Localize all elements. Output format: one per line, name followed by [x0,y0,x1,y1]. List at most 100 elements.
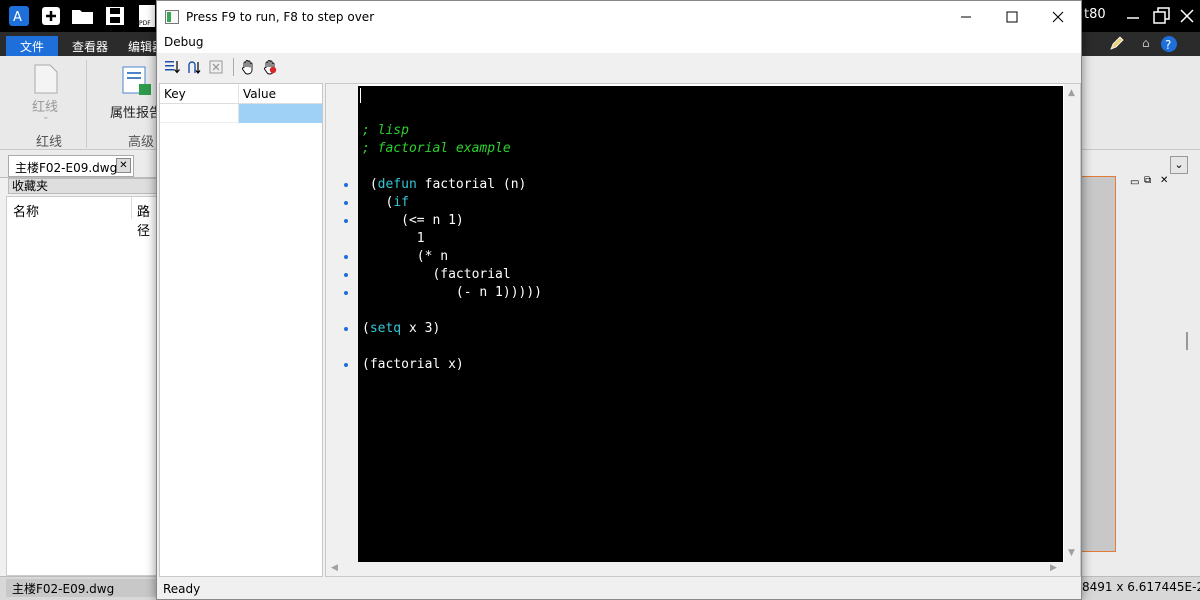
line-marker-dot[interactable] [344,327,348,331]
code-line: (<= n 1) [362,213,464,228]
new-file-icon[interactable] [38,4,64,28]
code-line: (factorial [362,267,511,282]
menu-file[interactable]: 文件 [6,36,58,56]
minimize-icon[interactable] [943,1,989,33]
code-token: ( [362,195,394,210]
advanced-group-label: 高级 [128,135,155,150]
code-keyword: defun [377,177,417,192]
step-over-icon[interactable] [185,58,203,76]
close-icon[interactable]: ✕ [116,158,131,173]
stop-icon[interactable] [207,58,225,76]
redline-doc-icon [34,64,58,97]
status-text: Ready [163,582,201,596]
scroll-up-icon[interactable]: ▲ [1068,88,1075,98]
horizontal-scrollbar[interactable]: ◀ ▶ [326,562,1080,576]
dialog-titlebar[interactable]: Press F9 to run, F8 to step over [157,1,1081,33]
line-marker-dot[interactable] [344,219,348,223]
scroll-down-icon[interactable]: ▼ [1068,548,1075,558]
code-editor[interactable]: ; lisp ; factorial example (defun factor… [358,86,1063,562]
toolbar-separator [233,58,234,76]
code-line: (defun factorial (n) [362,176,527,194]
hand-icon[interactable] [239,58,257,76]
drawing-canvas[interactable] [1082,176,1116,552]
breakpoint-hand-icon[interactable] [261,58,279,76]
variables-row-value-selected[interactable] [239,104,322,123]
code-keyword: if [393,195,409,210]
vertical-scrollbar[interactable]: ▲ ▼ [1064,84,1080,562]
property-report-button[interactable]: 属性报告 [110,102,162,121]
app-restore-icon[interactable] [1148,4,1174,28]
app-logo-icon: A [6,4,32,28]
favorites-header: 收藏夹 [8,178,160,194]
code-line: (factorial x) [362,357,464,372]
code-token: ( [362,321,370,336]
ribbon-divider [86,60,87,148]
svg-text:A: A [13,10,22,25]
open-folder-icon[interactable] [70,4,96,28]
property-report-icon [122,66,152,99]
code-line: ; lisp [362,123,409,138]
text-caret [360,88,361,103]
variables-col-key[interactable]: Key [164,87,186,101]
code-line: (- n 1))))) [362,285,543,300]
redline-group-label: 红线 [36,135,63,150]
code-line: 1 [362,231,425,246]
dialog-menubar: Debug [157,33,1081,53]
status-file: 主楼F02-E09.dwg [6,579,156,597]
variables-col-value[interactable]: Value [243,87,276,101]
chevron-down-icon[interactable]: ⌄ [1170,156,1188,174]
doc-tab[interactable]: 主楼F02-E09.dwg ✕ [8,155,134,177]
scroll-left-icon[interactable]: ◀ [331,563,338,573]
redline-dropdown-icon[interactable]: ⌄ [42,112,50,122]
code-frame: ; lisp ; factorial example (defun factor… [325,83,1081,577]
line-marker-dot[interactable] [344,201,348,205]
dialog-app-icon [165,10,179,24]
doc-tabbar: 主楼F02-E09.dwg ✕ [0,150,160,178]
code-token: factorial (n) [416,177,527,192]
collapse-ribbon-icon[interactable]: ⌂ [1142,36,1150,50]
variables-header: Key Value [160,84,322,104]
panel-minimize-icon[interactable]: ▭ [1130,177,1139,188]
app-minimize-icon[interactable] [1120,4,1146,28]
line-marker-dot[interactable] [344,273,348,277]
svg-text:?: ? [1165,38,1171,52]
app-title-fragment: t80 [1084,7,1106,22]
maximize-icon[interactable] [989,1,1035,33]
scroll-right-icon[interactable]: ▶ [1050,563,1057,573]
column-divider [131,197,132,219]
code-line: (if [362,194,409,212]
close-icon[interactable] [1035,1,1081,33]
line-marker-dot[interactable] [344,255,348,259]
breakpoint-gutter[interactable] [326,84,358,562]
menu-debug[interactable]: Debug [164,35,203,49]
doc-tab-label: 主楼F02-E09.dwg [15,161,118,175]
panel-restore-icon[interactable]: ⧉ [1144,175,1151,186]
help-icon[interactable]: ? [1160,35,1178,56]
variables-row[interactable] [160,104,322,123]
save-icon[interactable] [102,4,128,28]
app-close-icon[interactable] [1174,4,1200,28]
panel-close-icon[interactable]: ✕ [1160,175,1168,186]
scroll-indicator [1186,332,1188,350]
right-panel: ▭ ⧉ ✕ ⌄ [1082,150,1200,576]
step-into-icon[interactable] [163,58,181,76]
status-coords: 8491 x 6.617445E-24 [1082,580,1200,594]
line-marker-dot[interactable] [344,183,348,187]
variables-panel[interactable]: Key Value [159,83,323,577]
debug-toolbar [157,53,1081,81]
favorites-col-name[interactable]: 名称 [13,201,39,220]
dialog-title: Press F9 to run, F8 to step over [186,10,375,24]
line-marker-dot[interactable] [344,291,348,295]
dialog-statusbar: Ready [157,579,1081,599]
code-line: (* n [362,249,449,264]
debugger-dialog: Press F9 to run, F8 to step over Debug K… [156,0,1082,600]
svg-text:PDF: PDF [139,20,151,27]
line-marker-dot[interactable] [344,363,348,367]
edit-pencil-icon[interactable] [1108,36,1126,55]
code-token: x 3) [401,321,441,336]
menu-viewer[interactable]: 查看器 [64,36,116,56]
code-token: ( [362,177,378,192]
code-keyword: setq [369,321,402,336]
code-line: (setq x 3) [362,320,440,338]
favorites-list[interactable]: 名称 路径 [6,196,160,576]
